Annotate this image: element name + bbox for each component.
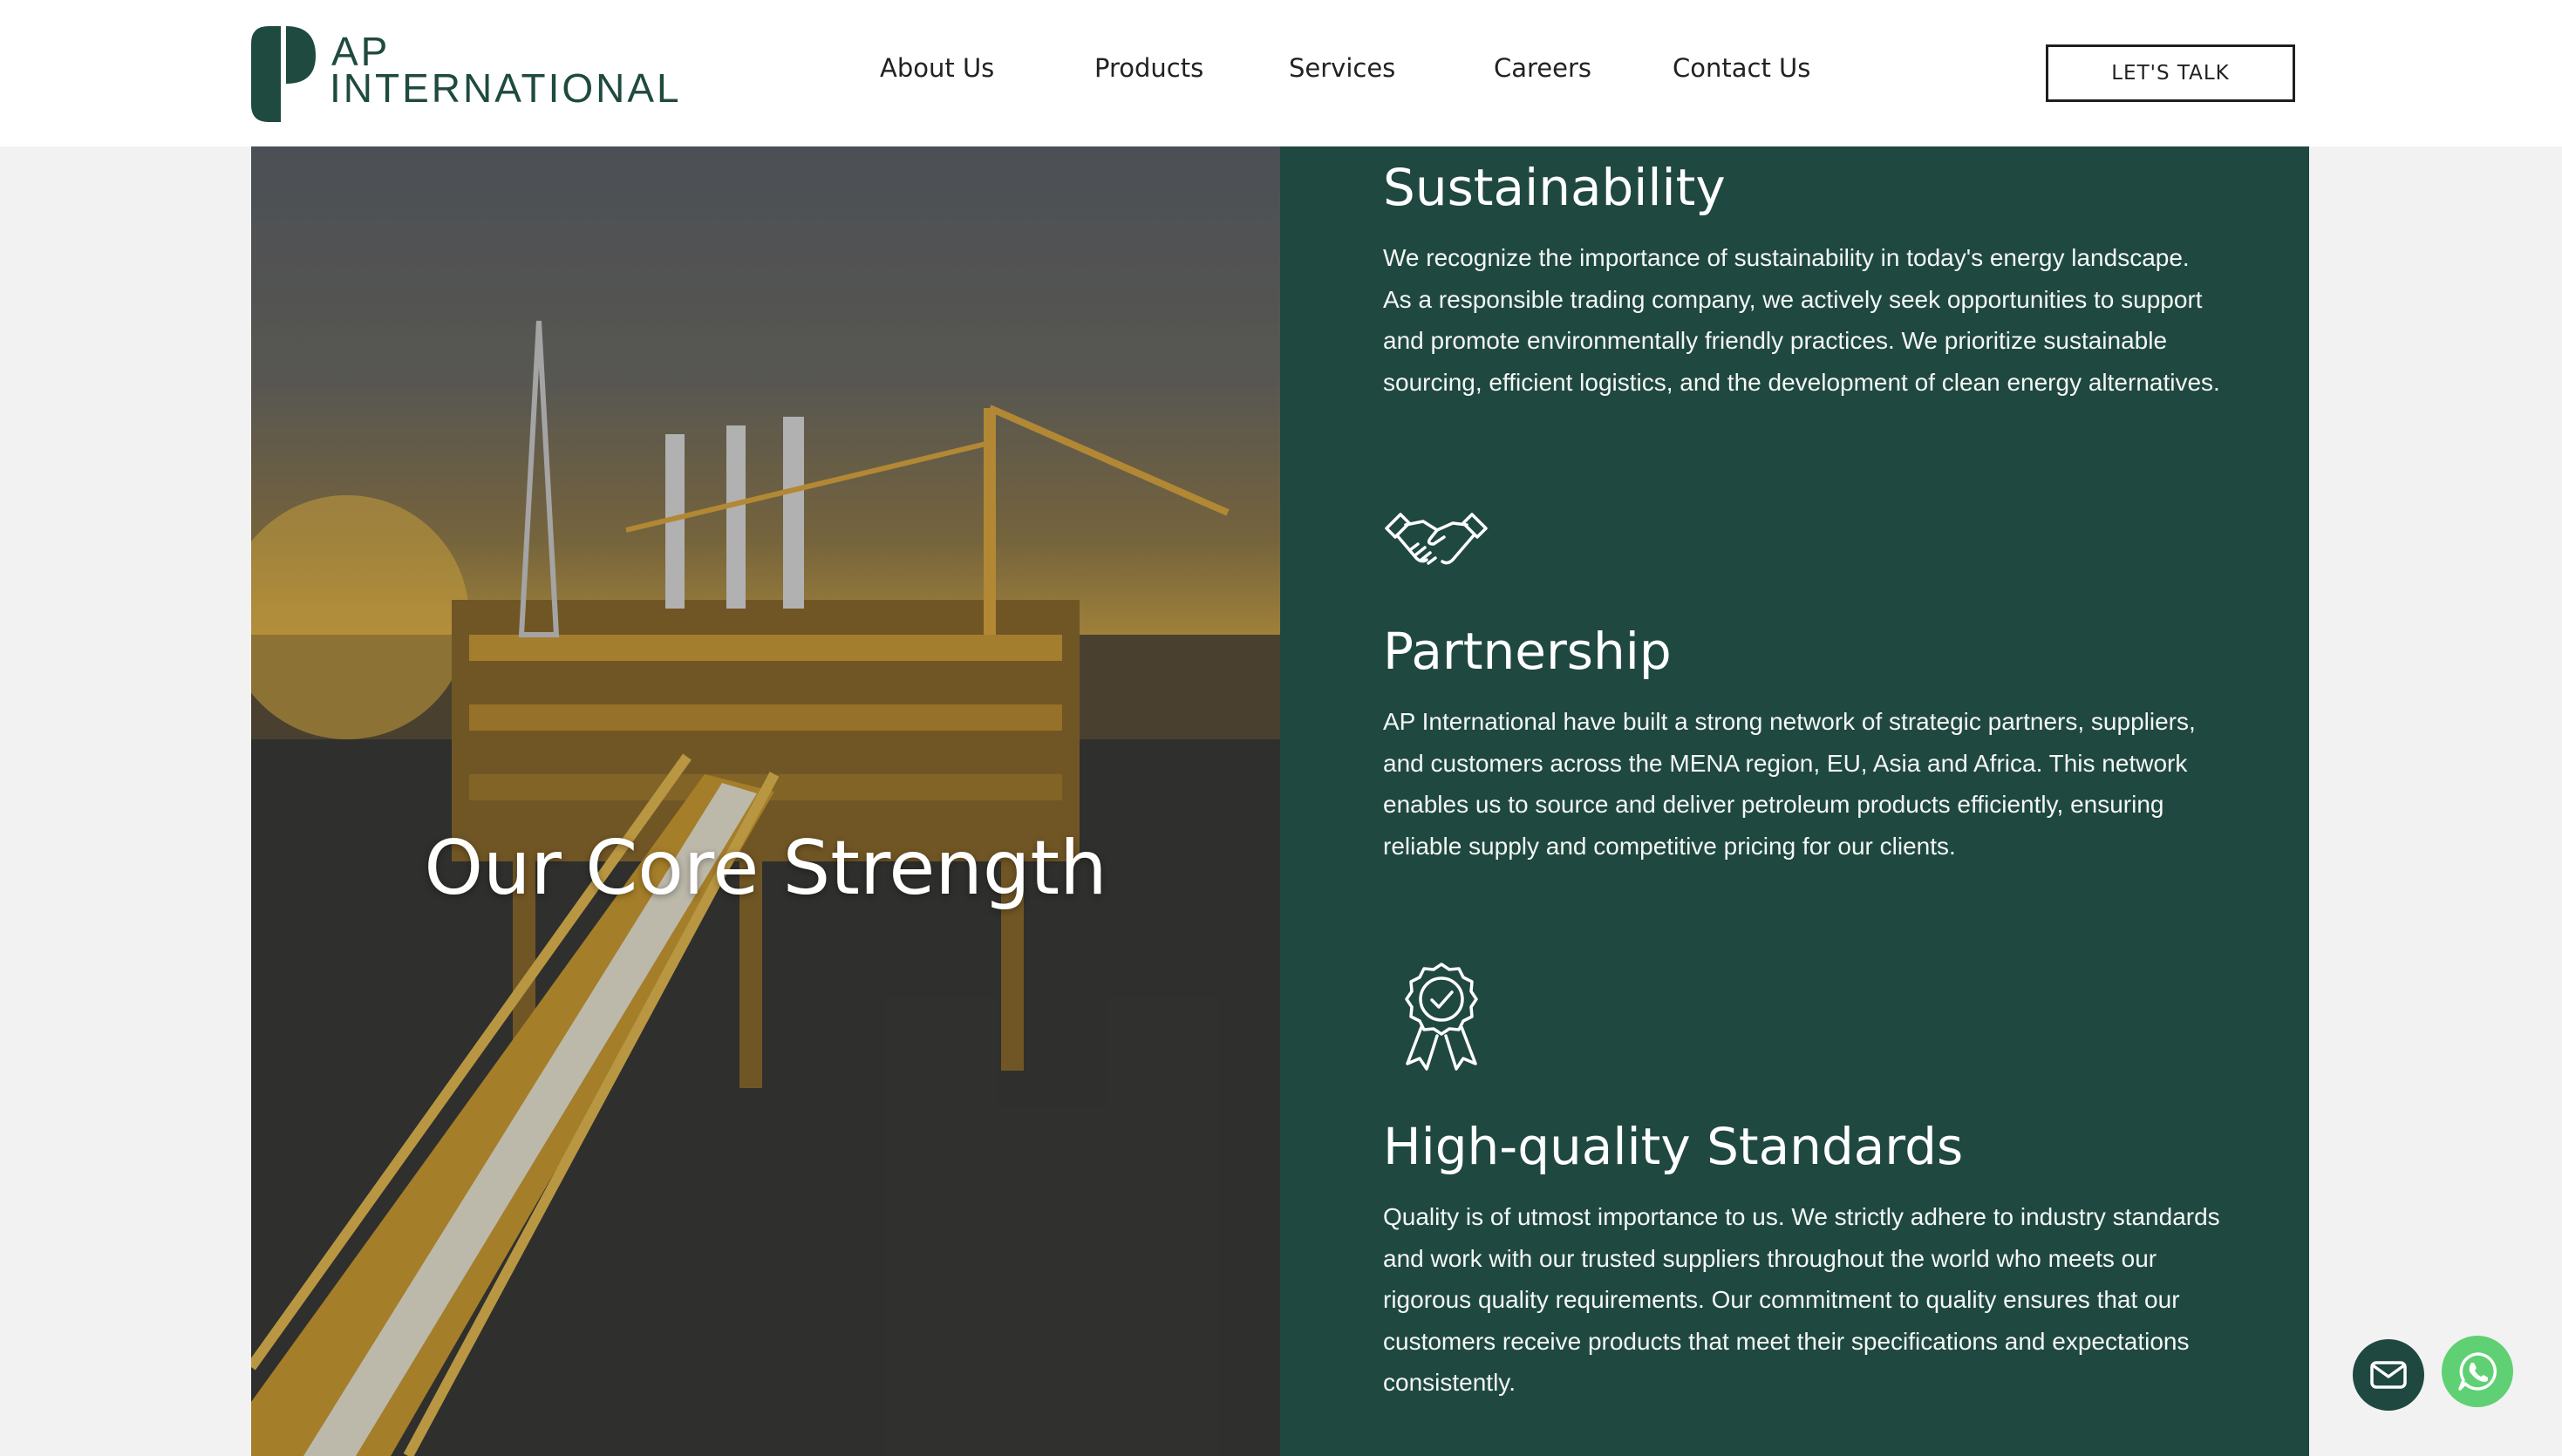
whatsapp-contact-button[interactable] [2442,1336,2513,1407]
site-header: AP INTERNATIONAL About Us Products Servi… [0,0,2562,146]
feature-title: High-quality Standards [1383,1117,1964,1176]
feature-high-quality-standards: High-quality Standards Quality is of utm… [1383,1121,2220,1404]
hero-image: Our Core Strength [251,146,1280,1456]
nav-contact-us[interactable]: Contact Us [1673,56,1810,81]
whatsapp-icon [2458,1352,2497,1391]
feature-description: AP International have built a strong net… [1383,708,2196,860]
brand-line2: INTERNATIONAL [330,65,682,111]
core-strength-panel: Sustainability We recognize the importan… [1280,146,2309,1456]
logo-mark-icon [251,26,316,122]
mail-icon [2370,1361,2407,1389]
nav-products[interactable]: Products [1094,56,1203,81]
feature-description: Quality is of utmost importance to us. W… [1383,1203,2220,1397]
feature-title: Sustainability [1383,158,1726,217]
lets-talk-button[interactable]: LET'S TALK [2046,44,2295,102]
section-title: Our Core Strength [424,825,1107,912]
nav-about-us[interactable]: About Us [880,56,994,81]
brand-logo[interactable]: AP INTERNATIONAL [251,26,679,122]
image-overlay [251,146,1280,1456]
nav-services[interactable]: Services [1289,56,1395,81]
nav-careers[interactable]: Careers [1494,56,1591,81]
handshake-icon [1385,513,1488,565]
feature-partnership: Partnership AP International have built … [1383,626,2220,867]
feature-description: We recognize the importance of sustainab… [1383,244,2220,396]
email-contact-button[interactable] [2353,1339,2424,1411]
quality-badge-icon [1405,963,1478,1071]
feature-title: Partnership [1383,622,1672,681]
feature-sustainability: Sustainability We recognize the importan… [1383,162,2220,403]
